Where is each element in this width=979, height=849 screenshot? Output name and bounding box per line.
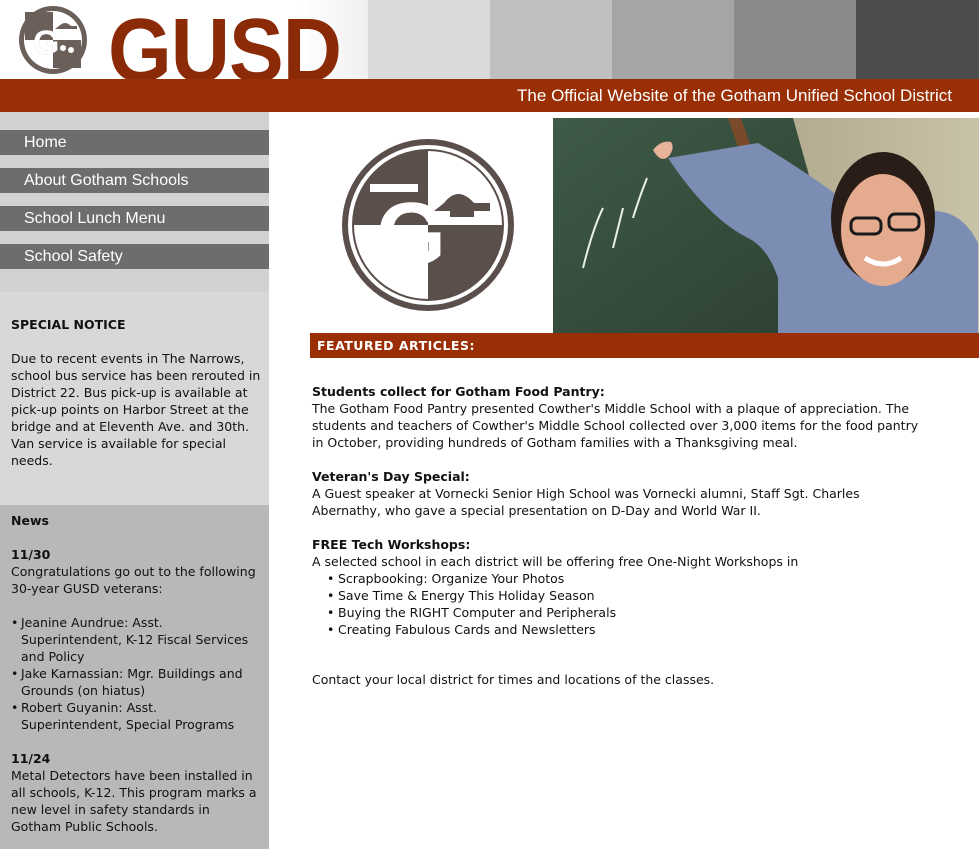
article-title: Veteran's Day Special:: [312, 469, 470, 484]
nav-item-school-safety[interactable]: School Safety: [0, 244, 269, 269]
site-header: G G GUSD The Official Website of the Got…: [0, 0, 979, 112]
news-date: 11/30: [11, 547, 51, 562]
notice-body: Due to recent events in The Narrows, sch…: [11, 351, 261, 468]
featured-articles-bar: FEATURED ARTICLES:: [310, 333, 979, 358]
list-item: Creating Fabulous Cards and Newsletters: [312, 621, 932, 638]
news-text: Congratulations go out to the following …: [11, 564, 256, 596]
article-body: A Guest speaker at Vornecki Senior High …: [312, 486, 860, 518]
news-date: 11/24: [11, 751, 51, 766]
article: Veteran's Day Special: A Guest speaker a…: [312, 468, 932, 519]
article-title: FREE Tech Workshops:: [312, 537, 471, 552]
teacher-photo: [553, 118, 979, 333]
featured-articles-label: FEATURED ARTICLES:: [317, 338, 475, 353]
article: FREE Tech Workshops: A selected school i…: [312, 536, 932, 638]
contact-note: Contact your local district for times an…: [312, 672, 715, 687]
gusd-seal-large-icon: G: [342, 139, 514, 311]
list-item: Robert Guyanin: Asst. Superintendent, Sp…: [11, 699, 261, 733]
notice-title: SPECIAL NOTICE: [11, 317, 126, 332]
veterans-list: Jeanine Aundrue: Asst. Superintendent, K…: [11, 614, 261, 733]
list-item: Save Time & Energy This Holiday Season: [312, 587, 932, 604]
nav-item-label: School Lunch Menu: [24, 210, 166, 227]
news-title: News: [11, 513, 49, 528]
notice-content: SPECIAL NOTICE Due to recent events in T…: [11, 316, 261, 469]
nav-item-about-gotham-schools[interactable]: About Gotham Schools: [0, 168, 269, 193]
nav-item-school-lunch-menu[interactable]: School Lunch Menu: [0, 206, 269, 231]
svg-text:G: G: [33, 24, 59, 62]
nav-item-label: Home: [24, 134, 67, 151]
page: G G GUSD The Official Website of the Got…: [0, 0, 979, 849]
news-text: Metal Detectors have been installed in a…: [11, 768, 257, 834]
special-notice-panel: SPECIAL NOTICE Due to recent events in T…: [0, 292, 269, 505]
news-content: News 11/30 Congratulations go out to the…: [11, 512, 261, 835]
nav-item-label: About Gotham Schools: [24, 172, 189, 189]
site-tagline: The Official Website of the Gotham Unifi…: [517, 86, 952, 105]
sidebar: Home About Gotham Schools School Lunch M…: [0, 112, 269, 849]
svg-text:G: G: [376, 185, 446, 285]
main-nav: Home About Gotham Schools School Lunch M…: [0, 112, 269, 292]
list-item: Jake Karnassian: Mgr. Buildings and Grou…: [11, 665, 261, 699]
articles-list: Students collect for Gotham Food Pantry:…: [312, 383, 932, 655]
list-item: Buying the RIGHT Computer and Peripheral…: [312, 604, 932, 621]
article-body: The Gotham Food Pantry presented Cowther…: [312, 401, 919, 450]
article-body: A selected school in each district will …: [312, 554, 799, 569]
list-item: Scrapbooking: Organize Your Photos: [312, 570, 932, 587]
nav-item-label: School Safety: [24, 248, 123, 265]
article-title: Students collect for Gotham Food Pantry:: [312, 384, 605, 399]
workshop-list: Scrapbooking: Organize Your Photos Save …: [312, 570, 932, 638]
gusd-seal-icon[interactable]: G G: [17, 4, 89, 76]
teacher-image: [553, 118, 979, 333]
nav-item-home[interactable]: Home: [0, 130, 269, 155]
news-panel: News 11/30 Congratulations go out to the…: [0, 505, 269, 849]
article: Students collect for Gotham Food Pantry:…: [312, 383, 932, 451]
list-item: Jeanine Aundrue: Asst. Superintendent, K…: [11, 614, 261, 665]
